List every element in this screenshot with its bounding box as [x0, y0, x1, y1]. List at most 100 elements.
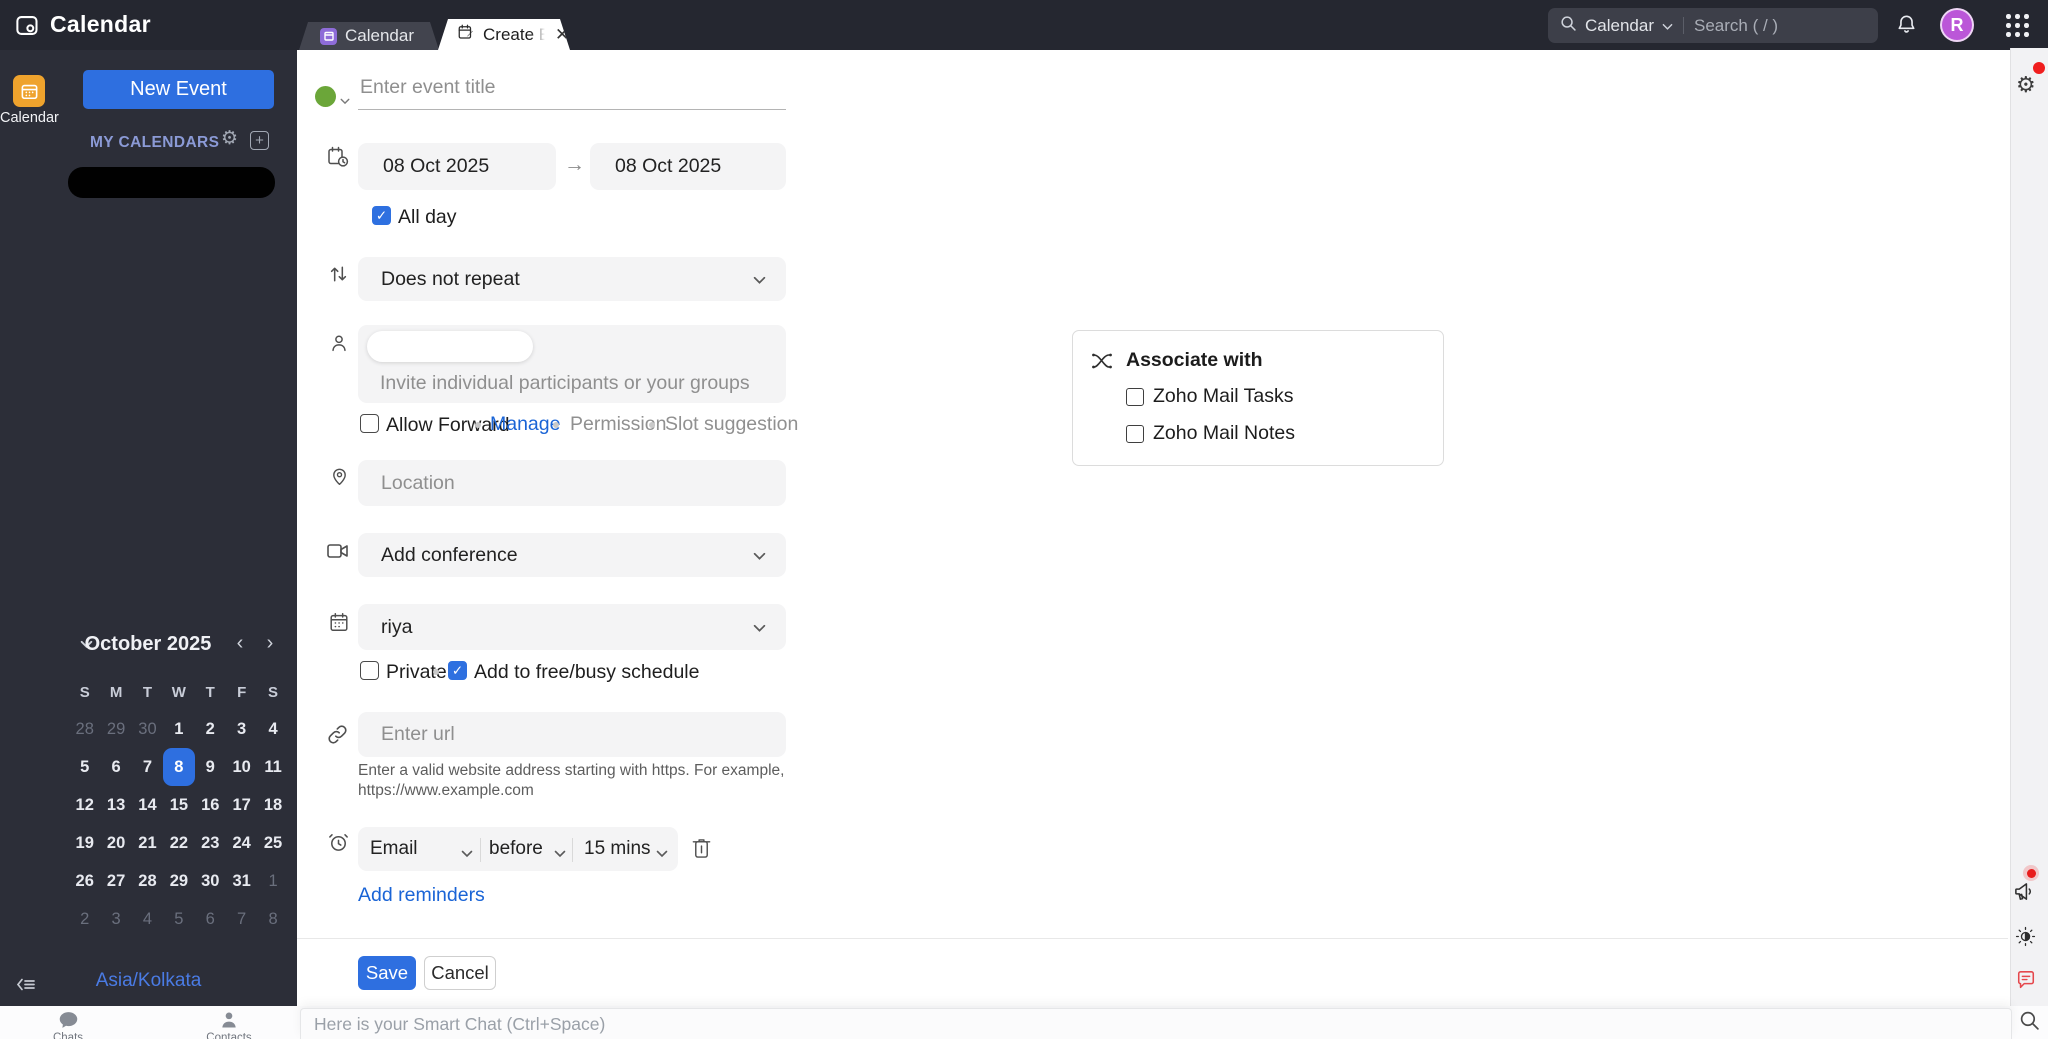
participants-input[interactable]: Invite individual participants or your g… [358, 325, 786, 403]
all-day-checkbox[interactable]: ✓ [372, 206, 391, 225]
mini-calendar-day[interactable]: 9 [195, 748, 226, 786]
mini-calendar-day[interactable]: 1 [163, 710, 194, 748]
save-button[interactable]: Save [358, 956, 416, 990]
next-month-icon[interactable]: › [260, 632, 280, 655]
delete-reminder-icon[interactable] [691, 837, 712, 865]
my-calendar-item[interactable] [68, 167, 275, 198]
contacts-label[interactable]: Contacts [194, 1032, 264, 1039]
participant-chip[interactable] [367, 331, 533, 362]
free-busy-checkbox[interactable]: ✓ [448, 661, 467, 680]
calendar-settings-gear-icon[interactable]: ⚙ [221, 127, 238, 149]
settings-gear-icon[interactable]: ⚙ [2016, 73, 2036, 98]
mini-calendar-day[interactable]: 21 [132, 824, 163, 862]
mini-calendar-day[interactable]: 2 [195, 710, 226, 748]
mini-calendar-day[interactable]: 1 [257, 862, 288, 900]
end-date-field[interactable]: 08 Oct 2025 [590, 143, 786, 190]
theme-toggle-icon[interactable] [2015, 926, 2036, 952]
mini-calendar-day[interactable]: 30 [132, 710, 163, 748]
mini-calendar-day[interactable]: 5 [163, 900, 194, 938]
mini-calendar-day[interactable]: 30 [195, 862, 226, 900]
add-calendar-icon[interactable]: + [250, 131, 269, 150]
mini-calendar-day[interactable]: 16 [195, 786, 226, 824]
calendar-select[interactable]: riya [358, 604, 786, 650]
mini-calendar-day[interactable]: 4 [132, 900, 163, 938]
notification-bell-icon[interactable] [1895, 13, 1918, 41]
reminder-time-select[interactable]: 15 mins [584, 838, 651, 860]
mini-calendar-day[interactable]: 12 [69, 786, 100, 824]
mini-calendar-day[interactable]: 31 [226, 862, 257, 900]
mini-calendar-day[interactable]: 28 [132, 862, 163, 900]
calendar-app-icon[interactable] [13, 75, 45, 107]
mini-calendar-day[interactable]: 27 [100, 862, 131, 900]
mini-calendar-day[interactable]: 23 [195, 824, 226, 862]
chats-label[interactable]: Chats [33, 1032, 103, 1039]
prev-month-icon[interactable]: ‹ [230, 632, 250, 655]
search-icon[interactable] [2019, 1010, 2040, 1036]
mini-calendar-day[interactable]: 26 [69, 862, 100, 900]
mini-calendar-day[interactable]: 17 [226, 786, 257, 824]
slot-suggestion-link[interactable]: Slot suggestion [665, 413, 798, 436]
close-tab-icon[interactable]: ✕ [555, 26, 569, 43]
tab-create-event[interactable]: Create Eve ✕ [438, 19, 570, 50]
mini-calendar-day[interactable]: 2 [69, 900, 100, 938]
smart-chat-input[interactable]: Here is your Smart Chat (Ctrl+Space) [300, 1008, 2012, 1039]
announcements-megaphone-icon[interactable] [2013, 880, 2036, 908]
mini-calendar-day[interactable]: 8 [163, 748, 194, 786]
checkbox[interactable] [1126, 388, 1144, 406]
mini-calendar-day[interactable]: 20 [100, 824, 131, 862]
mini-calendar-day[interactable]: 8 [257, 900, 288, 938]
mini-calendar-day[interactable]: 28 [69, 710, 100, 748]
apps-grid-icon[interactable] [2006, 14, 2030, 38]
mini-calendar-day[interactable]: 29 [100, 710, 131, 748]
search-scope-label[interactable]: Calendar [1585, 16, 1654, 36]
mini-calendar-day[interactable]: 22 [163, 824, 194, 862]
start-date-field[interactable]: 08 Oct 2025 [358, 143, 556, 190]
page-title: Calendar [50, 11, 151, 38]
mini-calendar-day[interactable]: 14 [132, 786, 163, 824]
mini-calendar-day[interactable]: 15 [163, 786, 194, 824]
checkbox[interactable] [1126, 425, 1144, 443]
reminder-when-select[interactable]: before [489, 838, 543, 860]
mini-calendar-day[interactable]: 7 [132, 748, 163, 786]
global-search[interactable]: Calendar Search ( / ) [1548, 8, 1878, 43]
associate-option[interactable]: Zoho Mail Notes [1126, 422, 1295, 445]
mini-calendar-day[interactable]: 11 [257, 748, 288, 786]
feedback-comment-icon[interactable] [2016, 970, 2036, 995]
mini-calendar-day[interactable]: 19 [69, 824, 100, 862]
mini-calendar-day[interactable]: 3 [226, 710, 257, 748]
mini-calendar-day[interactable]: 3 [100, 900, 131, 938]
avatar[interactable]: R [1940, 8, 1974, 42]
mini-calendar-day[interactable]: 10 [226, 748, 257, 786]
private-checkbox[interactable] [360, 661, 379, 680]
add-reminders-link[interactable]: Add reminders [358, 884, 485, 907]
video-conference-icon [326, 541, 350, 566]
mini-calendar-day[interactable]: 5 [69, 748, 100, 786]
repeat-select[interactable]: Does not repeat [358, 257, 786, 301]
url-input[interactable] [358, 712, 786, 757]
mini-calendar-day[interactable]: 6 [195, 900, 226, 938]
mini-calendar-day[interactable]: 18 [257, 786, 288, 824]
cancel-button[interactable]: Cancel [424, 956, 496, 990]
tab-calendar[interactable]: Calendar [299, 22, 439, 50]
new-event-button[interactable]: New Event [83, 70, 274, 109]
mini-calendar-day[interactable]: 29 [163, 862, 194, 900]
timezone-link[interactable]: Asia/Kolkata [53, 970, 244, 992]
conference-select[interactable]: Add conference [358, 533, 786, 577]
mini-calendar-month[interactable]: October 2025 [70, 633, 226, 656]
mini-calendar-day[interactable]: 24 [226, 824, 257, 862]
mini-calendar-day[interactable]: 13 [100, 786, 131, 824]
mini-calendar-day[interactable]: 6 [100, 748, 131, 786]
mini-calendar-day[interactable]: 25 [257, 824, 288, 862]
event-color-swatch[interactable] [315, 86, 336, 107]
location-input[interactable] [358, 460, 786, 506]
allow-forward-checkbox[interactable] [360, 414, 379, 433]
collapse-sidebar-icon[interactable] [16, 977, 36, 997]
chevron-down-icon[interactable] [340, 92, 350, 110]
manage-link[interactable]: Manage [490, 413, 560, 436]
reminder-type-select[interactable]: Email [370, 838, 418, 860]
event-title-input[interactable] [358, 72, 786, 110]
search-placeholder[interactable]: Search ( / ) [1694, 16, 1778, 36]
associate-option[interactable]: Zoho Mail Tasks [1126, 385, 1295, 408]
mini-calendar-day[interactable]: 7 [226, 900, 257, 938]
mini-calendar-day[interactable]: 4 [257, 710, 288, 748]
